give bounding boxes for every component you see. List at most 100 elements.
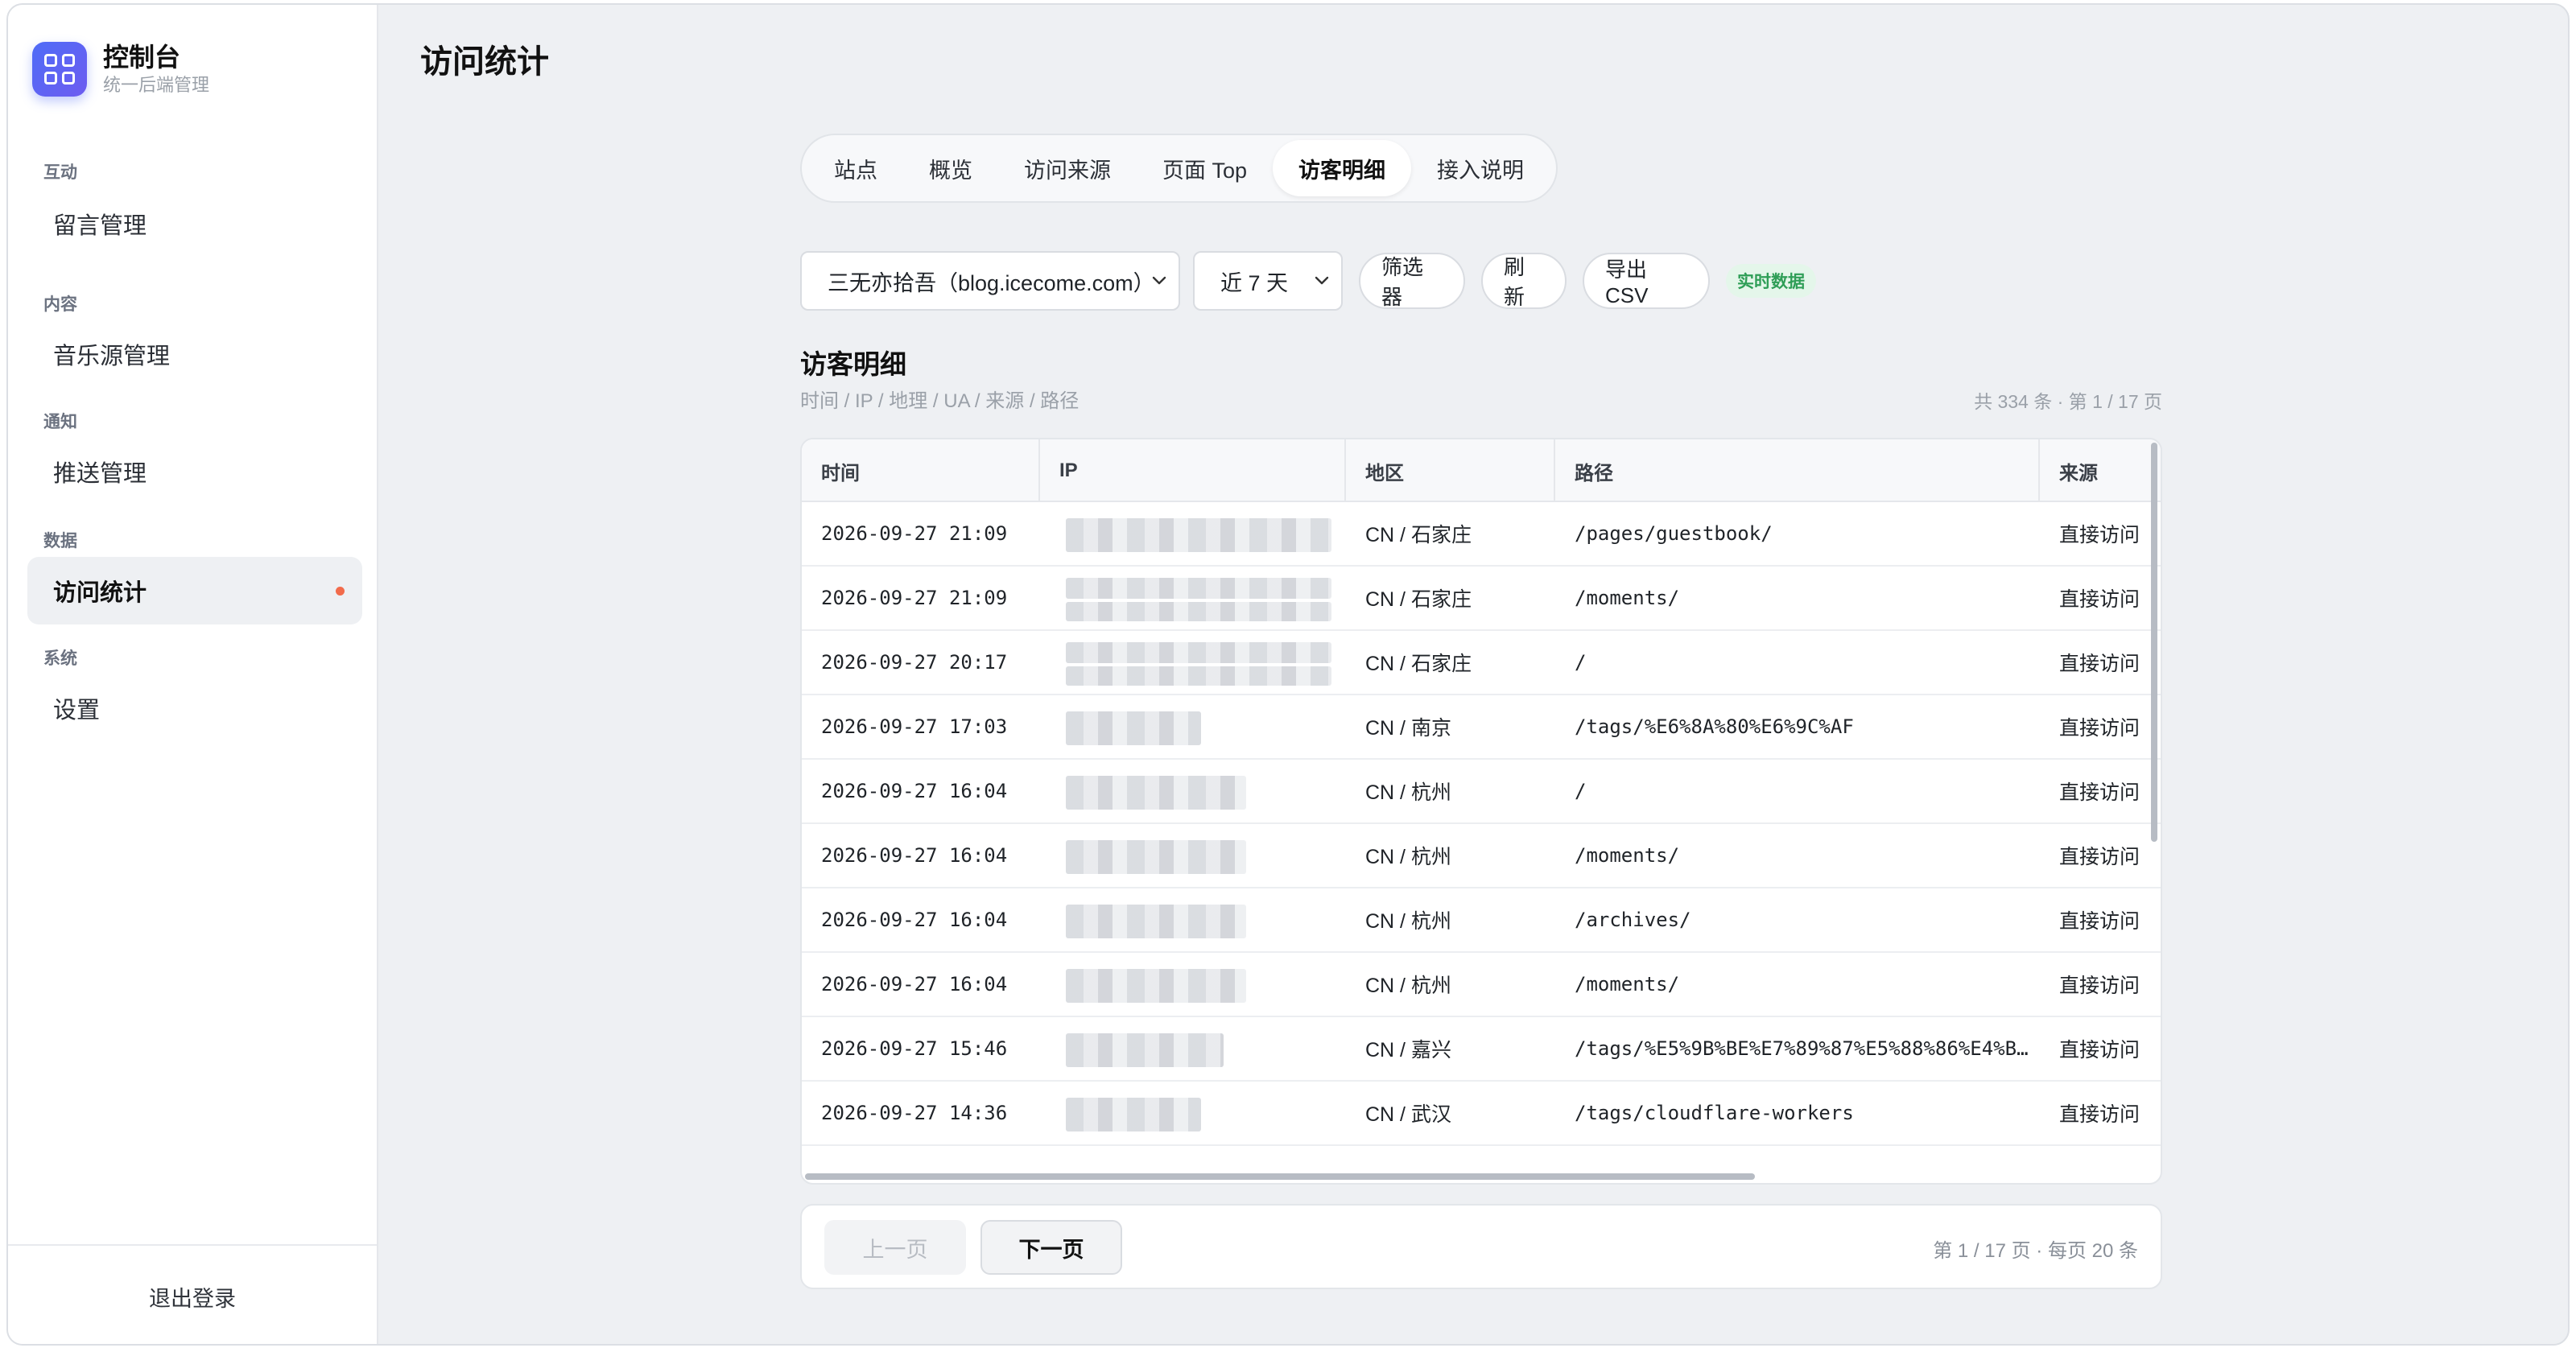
column-header-path[interactable]: 路径 xyxy=(1555,439,2040,502)
brand: 控制台 统一后端管理 xyxy=(32,42,209,97)
tab-overview[interactable]: 概览 xyxy=(903,140,998,196)
nav-group-system: 系统 xyxy=(43,649,77,668)
column-header-region[interactable]: 地区 xyxy=(1346,439,1555,502)
sidebar-item-analytics[interactable]: 访问统计 xyxy=(27,557,362,624)
cell-source: 直接访问 xyxy=(2059,653,2140,675)
cell-path-text: /tags/%E5%9B%BE%E7%89%87%E5%88%86%E4%B… xyxy=(1575,1037,2029,1060)
sidebar-item-music-sources[interactable]: 音乐源管理 xyxy=(27,320,362,388)
column-header-time[interactable]: 时间 xyxy=(802,439,1040,502)
cell-region: CN / 武汉 xyxy=(1365,1103,1451,1126)
visitor-table: 时间 IP 地区 路径 来源 2026-09-27 21:09 CN / 石家庄 /… xyxy=(800,438,2162,1185)
cell-time: 2026-09-27 16:04 xyxy=(821,909,1008,931)
tab-sites[interactable]: 站点 xyxy=(808,140,903,196)
cell-path: /tags/cloudflare-workers xyxy=(1555,1082,2030,1144)
cell-region: CN / 南京 xyxy=(1365,717,1451,740)
record-count: 共 334 条 · 第 1 / 17 页 xyxy=(1974,391,2162,412)
refresh-button[interactable]: 刷新 xyxy=(1481,253,1567,309)
cell-path: / xyxy=(1555,760,2030,822)
ip-redacted xyxy=(1066,905,1246,938)
app-window: 控制台 统一后端管理 互动 留言管理 内容 音乐源管理 通知 推送管理 数据 访… xyxy=(6,3,2570,1346)
nav-group-notification: 通知 xyxy=(43,413,77,431)
cell-path-text: /tags/cloudflare-workers xyxy=(1575,1102,1854,1124)
dashboard-grid-icon xyxy=(32,42,87,97)
ip-redacted xyxy=(1066,666,1331,686)
table-row[interactable]: 2026-09-27 21:09 CN / 石家庄/moments/直接访问 xyxy=(802,567,2161,631)
section-subtitle: 时间 / IP / 地理 / UA / 来源 / 路径 xyxy=(800,390,1080,412)
cell-source: 直接访问 xyxy=(2059,524,2140,546)
prev-page-button[interactable]: 上一页 xyxy=(824,1220,966,1275)
cell-path: / xyxy=(1555,631,2030,694)
ip-redacted xyxy=(1066,602,1331,621)
tab-visitor-details[interactable]: 访客明细 xyxy=(1273,140,1412,196)
cell-time: 2026-09-27 17:03 xyxy=(821,715,1008,738)
table-row[interactable]: 2026-09-27 17:03 CN / 南京/tags/%E6%8A%80%E… xyxy=(802,695,2161,760)
cell-path-text: /moments/ xyxy=(1575,973,1680,995)
cell-region: CN / 嘉兴 xyxy=(1365,1039,1451,1061)
tab-integration-guide[interactable]: 接入说明 xyxy=(1411,140,1550,196)
cell-path: /moments/ xyxy=(1555,953,2030,1016)
pagination-info: 第 1 / 17 页 · 每页 20 条 xyxy=(1933,1240,2138,1262)
cell-path-text: /pages/guestbook/ xyxy=(1575,522,1773,545)
cell-time: 2026-09-27 15:46 xyxy=(821,1037,1008,1060)
column-header-source[interactable]: 来源 xyxy=(2040,439,2161,502)
table-row[interactable]: 2026-09-27 21:09 CN / 石家庄/pages/guestbook… xyxy=(802,502,2161,567)
cell-path-text: / xyxy=(1575,780,1587,802)
table-row[interactable]: 2026-09-27 20:17 CN / 石家庄 / 直接访问 xyxy=(802,631,2161,695)
cell-region: CN / 石家庄 xyxy=(1365,653,1472,675)
tab-bar: 站点 概览 访问来源 页面 Top 访客明细 接入说明 xyxy=(800,134,1558,203)
chevron-down-icon xyxy=(1152,276,1166,285)
cell-time: 2026-09-27 16:04 xyxy=(821,780,1008,802)
cell-time: 2026-09-27 21:09 xyxy=(821,587,1008,609)
horizontal-scrollbar[interactable] xyxy=(805,1173,1755,1180)
cell-time: 2026-09-27 14:36 xyxy=(821,1102,1008,1124)
sidebar-item-label: 音乐源管理 xyxy=(53,344,171,369)
table-row[interactable]: 2026-09-27 16:04 CN / 杭州 / 直接访问 xyxy=(802,760,2161,824)
chevron-down-icon xyxy=(1315,276,1329,285)
logout-button[interactable]: 退出登录 xyxy=(8,1281,377,1313)
cell-path: /pages/guestbook/ xyxy=(1555,502,2030,565)
ip-redacted xyxy=(1066,578,1331,599)
cell-time: 2026-09-27 21:09 xyxy=(821,522,1008,545)
section-title: 访客明细 xyxy=(800,349,906,379)
table-row[interactable]: 2026-09-27 16:04 CN / 杭州/moments/直接访问 xyxy=(802,953,2161,1017)
cell-source: 直接访问 xyxy=(2059,781,2140,804)
cell-path-text: /moments/ xyxy=(1575,587,1680,609)
site-select[interactable]: 三无亦拾吾（blog.icecome.com） xyxy=(800,251,1180,311)
table-row[interactable]: 2026-09-27 16:04 CN / 杭州/moments/直接访问 xyxy=(802,824,2161,888)
ip-redacted xyxy=(1066,1033,1224,1067)
table-row[interactable]: 2026-09-27 14:36 CN / 武汉/tags/cloudflare-… xyxy=(802,1082,2161,1146)
sidebar-item-push[interactable]: 推送管理 xyxy=(27,438,362,505)
export-csv-button[interactable]: 导出 CSV xyxy=(1583,253,1710,309)
sidebar: 控制台 统一后端管理 互动 留言管理 内容 音乐源管理 通知 推送管理 数据 访… xyxy=(8,5,378,1344)
cell-path: /moments/ xyxy=(1555,824,2030,887)
sidebar-item-messages[interactable]: 留言管理 xyxy=(27,190,362,258)
cell-path: /moments/ xyxy=(1555,567,2030,629)
table-row[interactable]: 2026-09-27 15:46 CN / 嘉兴/tags/%E5%9B%BE%E… xyxy=(802,1017,2161,1082)
column-header-ip[interactable]: IP xyxy=(1040,439,1346,502)
sidebar-item-settings[interactable]: 设置 xyxy=(27,674,362,742)
cell-source: 直接访问 xyxy=(2059,717,2140,740)
nav-group-content: 内容 xyxy=(43,295,77,314)
table-row[interactable]: 2026-09-27 16:04 CN / 杭州/archives/直接访问 xyxy=(802,888,2161,953)
cell-path-text: / xyxy=(1575,651,1587,674)
cell-path: /tags/%E6%8A%80%E6%9C%AF xyxy=(1555,695,2030,758)
tab-referrers[interactable]: 访问来源 xyxy=(998,140,1137,196)
brand-subtitle: 统一后端管理 xyxy=(103,75,210,95)
ip-redacted xyxy=(1066,776,1246,810)
ip-redacted xyxy=(1066,969,1246,1003)
cell-time: 2026-09-27 20:17 xyxy=(821,651,1008,674)
cell-source: 直接访问 xyxy=(2059,588,2140,611)
ip-redacted xyxy=(1066,1098,1201,1131)
pagination: 上一页 下一页 第 1 / 17 页 · 每页 20 条 xyxy=(800,1204,2162,1289)
next-page-button[interactable]: 下一页 xyxy=(980,1220,1122,1275)
tab-top-pages[interactable]: 页面 Top xyxy=(1137,140,1273,196)
date-range-select[interactable]: 近 7 天 xyxy=(1193,251,1343,311)
ip-redacted xyxy=(1066,518,1331,552)
vertical-scrollbar[interactable] xyxy=(2151,443,2157,842)
nav-group-interaction: 互动 xyxy=(43,163,77,182)
active-indicator-dot xyxy=(336,586,345,596)
cell-path-text: /archives/ xyxy=(1575,909,1691,931)
cell-region: CN / 杭州 xyxy=(1365,781,1451,804)
filter-button[interactable]: 筛选器 xyxy=(1359,253,1465,309)
cell-region: CN / 杭州 xyxy=(1365,975,1451,997)
